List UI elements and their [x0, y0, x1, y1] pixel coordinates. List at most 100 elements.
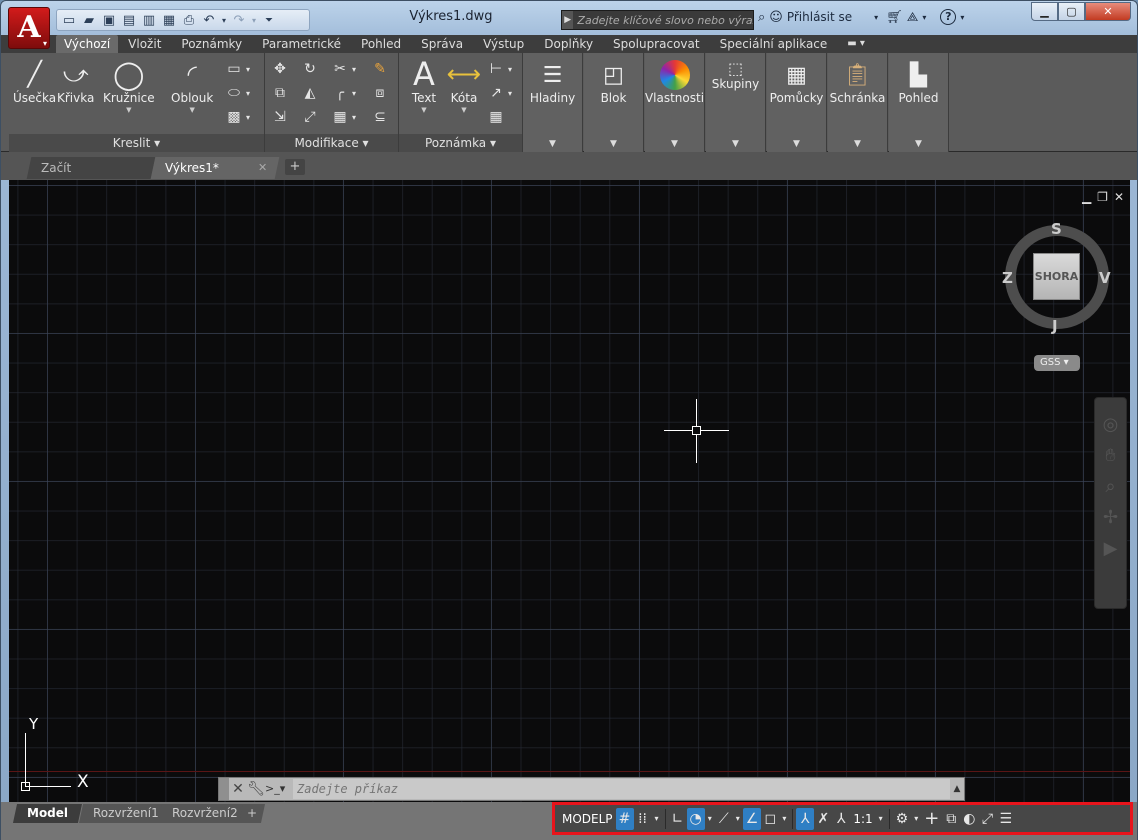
tab-poznamky[interactable]: Poznámky — [171, 35, 252, 53]
mirror-icon[interactable]: ◭ — [299, 83, 321, 103]
line-button[interactable]: ╱ Úsečka — [13, 57, 56, 105]
ortho-icon[interactable]: ∟ — [669, 808, 687, 830]
clipboard-button[interactable]: 📋︎ Schránka ▼ — [828, 53, 888, 152]
hatch-dropdown-icon[interactable]: ▾ — [243, 107, 253, 127]
undo-dropdown-icon[interactable]: ▾ — [220, 12, 228, 28]
tab-doplnky[interactable]: Doplňky — [534, 35, 603, 53]
new-layout-button[interactable]: + — [238, 804, 266, 823]
stretch-icon[interactable]: ⇲ — [269, 107, 291, 127]
snap-dropdown-icon[interactable]: ▾ — [652, 808, 662, 830]
clipboard-dropdown-icon[interactable]: ▼ — [854, 139, 861, 149]
view-dropdown-icon[interactable]: ▼ — [915, 139, 922, 149]
rotate-icon[interactable]: ↻ — [299, 59, 321, 79]
move-icon[interactable]: ✥ — [269, 59, 291, 79]
annotation-visibility-icon[interactable]: ⅄ — [796, 807, 815, 830]
new-icon[interactable]: ▭ — [60, 12, 78, 28]
isolate-objects-icon[interactable]: ⧉ — [942, 808, 960, 830]
text-dropdown-icon[interactable]: ▼ — [421, 106, 426, 114]
showmotion-icon[interactable]: ▶ — [1104, 538, 1118, 559]
ellipse-icon[interactable]: ⬭ — [223, 83, 245, 103]
new-tab-button[interactable]: + — [285, 159, 305, 175]
tab-vychozi[interactable]: Výchozí — [56, 35, 119, 53]
binoculars-icon[interactable]: ⌕ — [758, 10, 765, 25]
properties-button[interactable]: Vlastnosti ▼ — [645, 53, 705, 152]
undo-icon[interactable]: ↶ — [200, 12, 218, 28]
offset-icon[interactable]: ⊆ — [369, 107, 391, 127]
zoom-icon[interactable]: ⌕ — [1105, 476, 1115, 497]
panel-modifikace-title[interactable]: Modifikace ▾ — [265, 134, 398, 152]
arc-button[interactable]: ◜ Oblouk ▼ — [171, 57, 213, 114]
tab-vystup[interactable]: Výstup — [473, 35, 534, 53]
view-button[interactable]: ▙ Pohled ▼ — [889, 53, 949, 152]
annotation-scale-icon[interactable]: ⅄ — [832, 808, 850, 830]
groups-button[interactable]: ⬚ Skupiny ▼ — [706, 53, 766, 152]
ellipse-dropdown-icon[interactable]: ▾ — [243, 83, 253, 103]
search-expand-icon[interactable]: ▶ — [562, 11, 574, 29]
compass-west[interactable]: Z — [1002, 269, 1013, 287]
annotation-monitor-icon[interactable]: + — [921, 808, 942, 830]
ribbon-state-toggle[interactable]: ▬ ▾ — [837, 35, 875, 53]
object-snap-dropdown-icon[interactable]: ▾ — [779, 808, 789, 830]
minimize-button[interactable]: ▁ — [1031, 2, 1058, 21]
orbit-icon[interactable]: ✢ — [1103, 507, 1118, 528]
tab-vlozit[interactable]: Vložit — [118, 35, 171, 53]
hatch-icon[interactable]: ▩ — [223, 107, 245, 127]
trim-icon[interactable]: ✂ — [329, 59, 351, 79]
close-button[interactable]: ✕ — [1085, 2, 1131, 21]
help-icon[interactable]: ? — [940, 9, 957, 25]
plot-icon[interactable]: ⎙ — [180, 12, 198, 28]
command-close-icon[interactable]: ✕ — [229, 781, 247, 797]
pan-icon[interactable]: ✋︎ — [1105, 445, 1115, 466]
table-icon[interactable]: ▦ — [485, 107, 507, 127]
viewcube-top-face[interactable]: SHORA — [1033, 253, 1080, 300]
model-space-toggle[interactable]: MODELP — [559, 808, 616, 830]
circle-dropdown-icon[interactable]: ▼ — [126, 106, 131, 114]
arc-dropdown-icon[interactable]: ▼ — [189, 106, 194, 114]
drawing-canvas[interactable]: ▁ ❐ ✕ SHORA S J V Z GSS ▾ ◎ ✋︎ ⌕ ✢ ▶ Y X — [9, 180, 1130, 802]
signin-dropdown-icon[interactable]: ▾ — [874, 13, 878, 22]
layout-tab-model[interactable]: Model — [12, 804, 83, 823]
leader-icon[interactable]: ↗ — [485, 83, 507, 103]
viewcube[interactable]: SHORA — [1005, 225, 1109, 329]
workspace-dropdown-icon[interactable]: ▾ — [911, 808, 921, 830]
command-history-icon[interactable]: ▲ — [950, 784, 964, 794]
polyline-button[interactable]: ⤻ Křivka — [57, 57, 94, 105]
save-icon[interactable]: ▣ — [100, 12, 118, 28]
dimension-dropdown-icon[interactable]: ▼ — [461, 106, 466, 114]
copy-icon[interactable]: ⧉ — [269, 83, 291, 103]
application-menu-button[interactable]: A ▾ — [8, 7, 50, 49]
search-box[interactable]: ▶ Zadejte klíčové slovo nebo výraz. — [561, 10, 754, 30]
tab-specialni-aplikace[interactable]: Speciální aplikace — [710, 35, 838, 53]
workspace-gear-icon[interactable]: ⚙ — [893, 808, 912, 830]
panel-kreslit-title[interactable]: Kreslit ▾ — [9, 134, 264, 152]
fillet-dropdown-icon[interactable]: ▾ — [349, 83, 359, 103]
array-icon[interactable]: ▦ — [329, 107, 351, 127]
groups-dropdown-icon[interactable]: ▼ — [732, 139, 739, 149]
layers-dropdown-icon[interactable]: ▼ — [549, 139, 556, 149]
layers-button[interactable]: ☰ Hladiny ▼ — [523, 53, 583, 152]
block-dropdown-icon[interactable]: ▼ — [610, 139, 617, 149]
signin-link[interactable]: Přihlásit se — [787, 10, 852, 24]
utilities-button[interactable]: ▦ Pomůcky ▼ — [767, 53, 827, 152]
tab-spolupracovat[interactable]: Spolupracovat — [603, 35, 710, 53]
customize-qat-icon[interactable]: ⏷ — [260, 12, 278, 28]
steering-wheel-icon[interactable]: ◎ — [1103, 414, 1119, 435]
viewport-close-icon[interactable]: ✕ — [1114, 190, 1124, 204]
compass-north[interactable]: S — [1051, 220, 1062, 238]
snap-mode-icon[interactable]: ⁞⁞ — [634, 808, 652, 830]
block-button[interactable]: ◰ Blok ▼ — [584, 53, 644, 152]
isodraft-dropdown-icon[interactable]: ▾ — [733, 808, 743, 830]
autodesk-app-icon[interactable]: ⟁ — [907, 10, 919, 25]
tab-sprava[interactable]: Správa — [411, 35, 473, 53]
layout-tab-rozvrzeni2[interactable]: Rozvržení2 — [157, 804, 252, 823]
hardware-acceleration-icon[interactable]: ◐ — [960, 808, 978, 830]
command-customize-icon[interactable]: 🔧︎ — [247, 781, 265, 797]
help-dropdown-icon[interactable]: ▾ — [960, 13, 964, 22]
auto-scale-icon[interactable]: ✗ — [814, 808, 832, 830]
rectangle-dropdown-icon[interactable]: ▾ — [243, 59, 253, 79]
properties-dropdown-icon[interactable]: ▼ — [671, 139, 678, 149]
tab-pohled[interactable]: Pohled — [351, 35, 411, 53]
clean-screen-icon[interactable]: ⤢ — [979, 808, 997, 830]
grid-icon[interactable]: # — [615, 807, 634, 830]
save-as-icon[interactable]: ▤ — [120, 12, 138, 28]
